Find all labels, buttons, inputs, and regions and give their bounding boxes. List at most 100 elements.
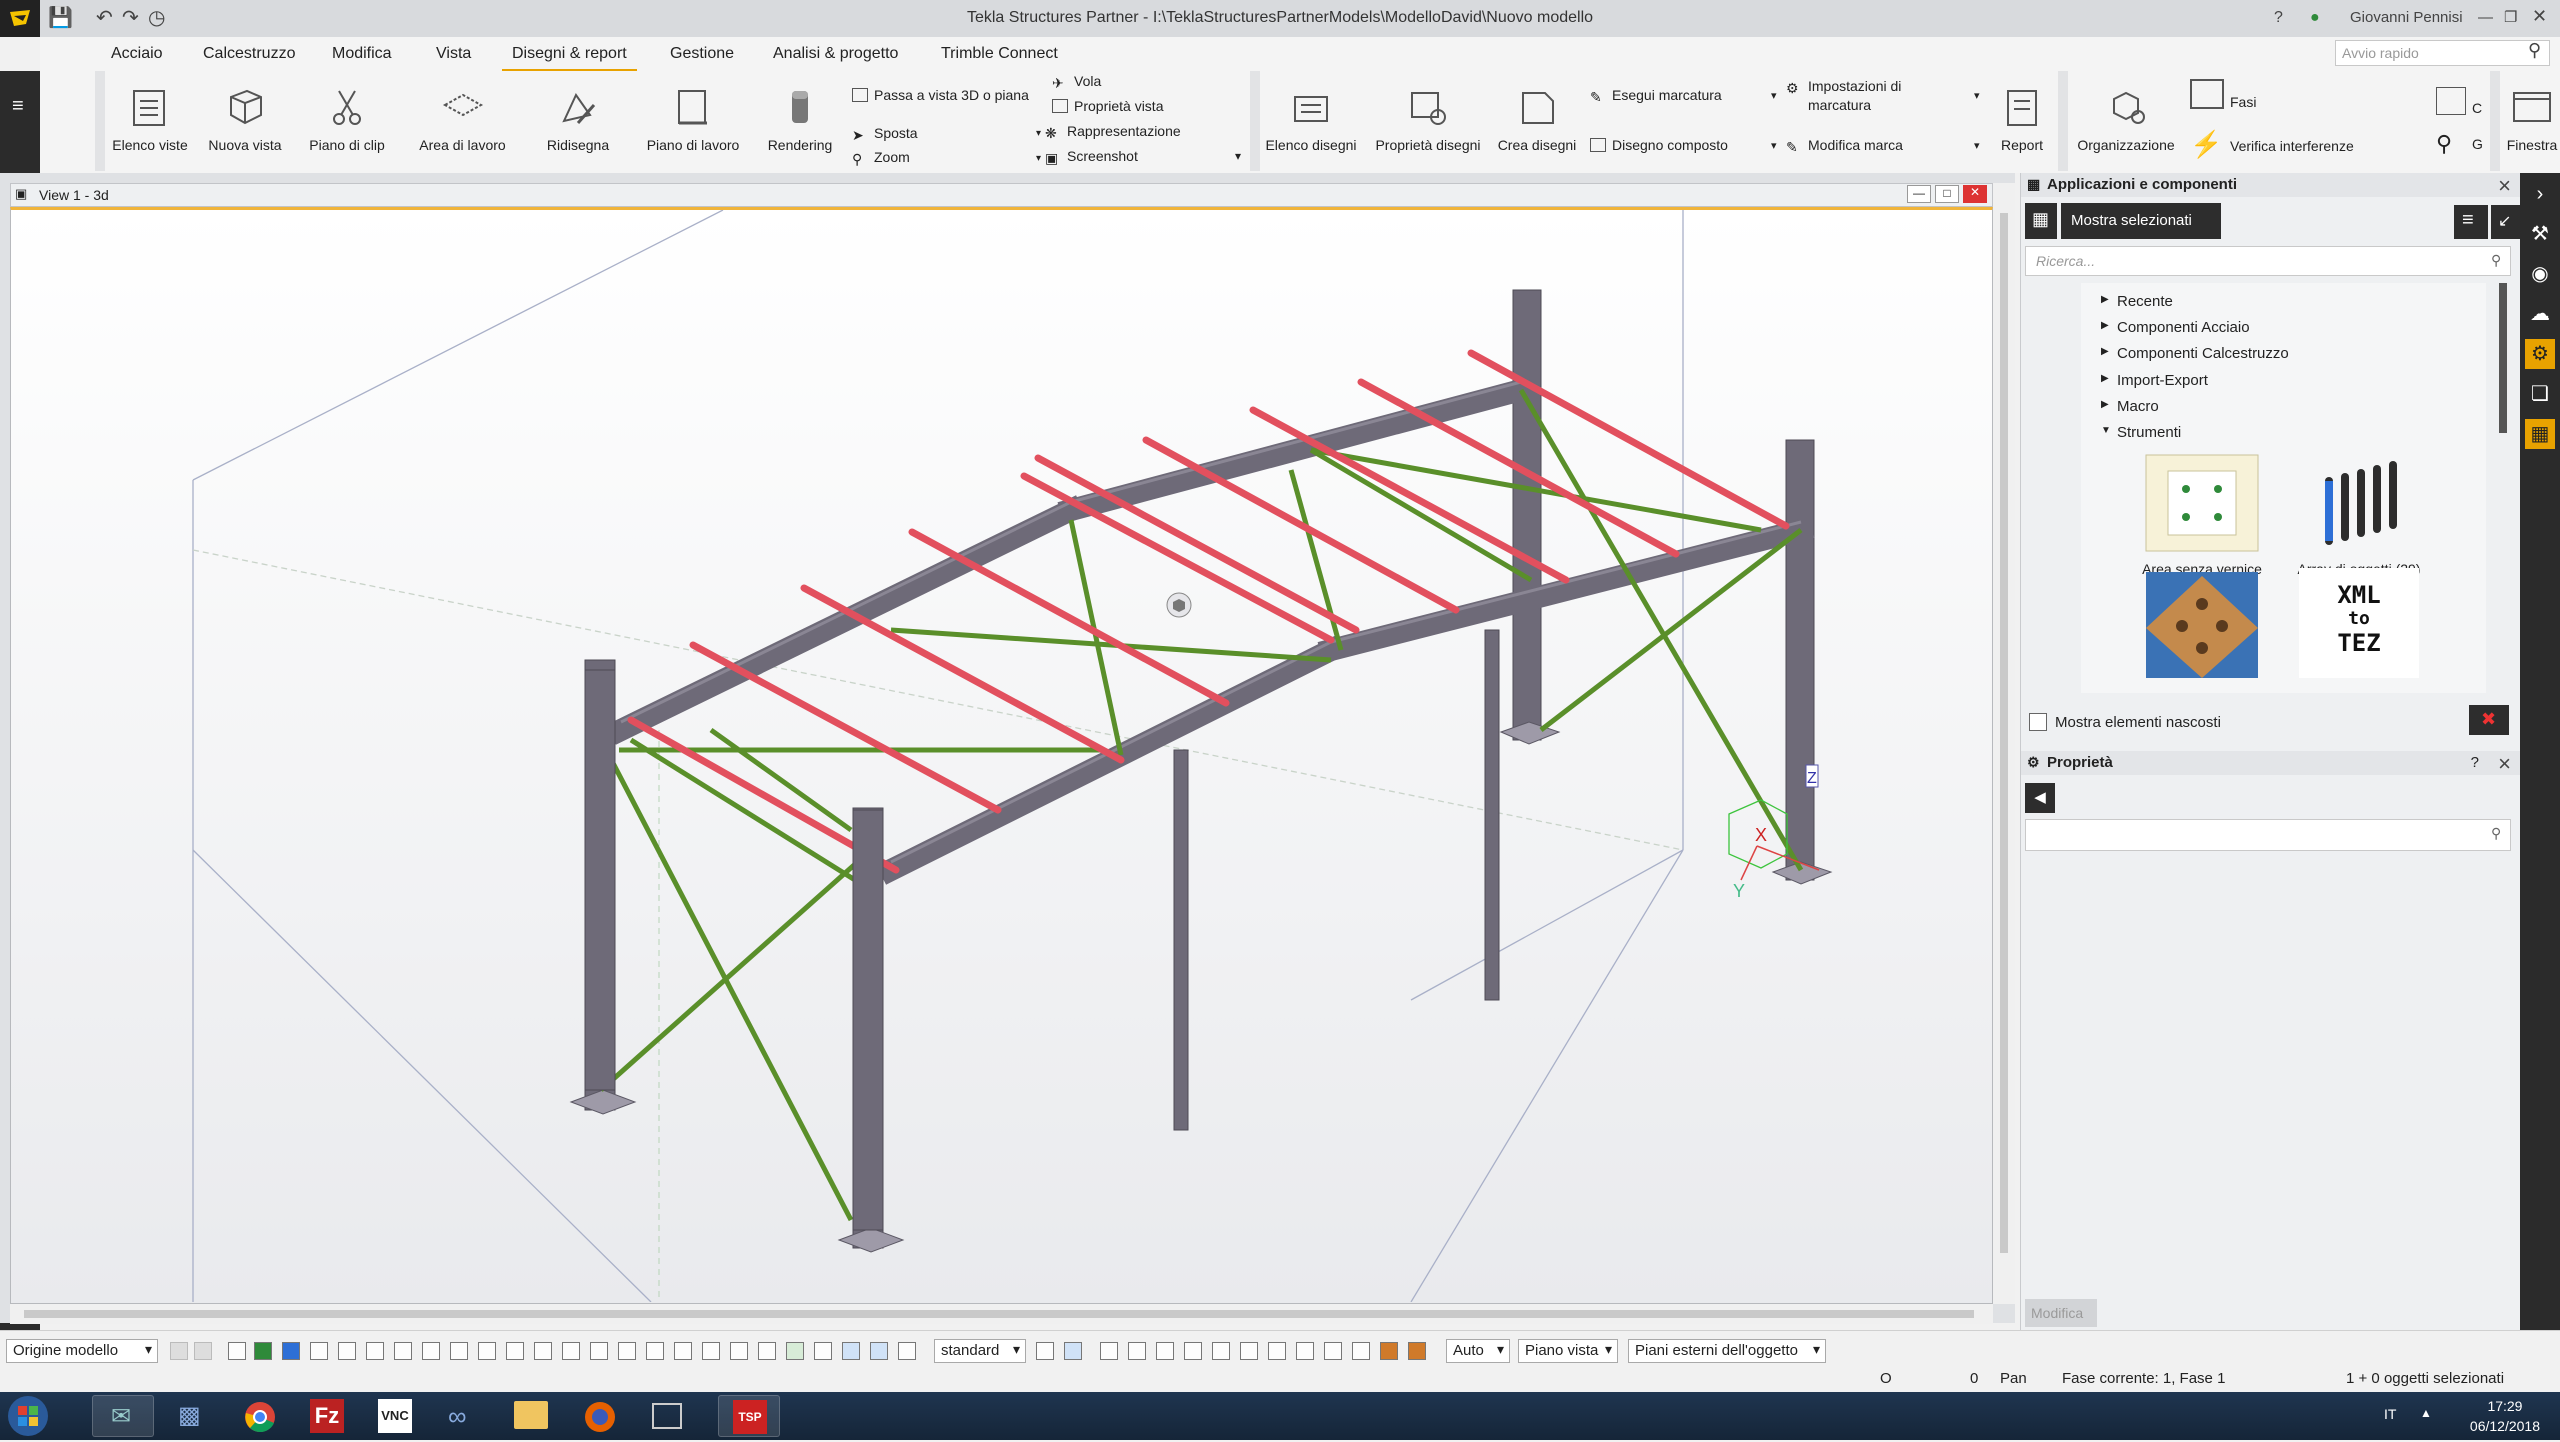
snap-intersection-toggle[interactable] [1184, 1342, 1202, 1360]
select-cast-unit-toggle[interactable] [870, 1342, 888, 1360]
organizzazione-button[interactable]: Organizzazione [2076, 85, 2176, 153]
select-grid-toggle[interactable] [310, 1342, 328, 1360]
select-rebar-toggle[interactable] [646, 1342, 664, 1360]
snap-any-toggle[interactable] [1268, 1342, 1286, 1360]
select-components-toggle[interactable] [394, 1342, 412, 1360]
taskbar-network[interactable]: ▩ [160, 1395, 222, 1437]
proprieta-disegni-button[interactable]: Proprietà disegni [1368, 85, 1488, 153]
modify-button[interactable]: Modifica [2025, 1299, 2097, 1327]
tab-acciaio[interactable]: Acciaio [111, 45, 163, 63]
tile-array-di-oggetti[interactable]: Array di oggetti (29) [2289, 451, 2429, 577]
expand-arrow-icon[interactable]: › [2525, 179, 2555, 209]
tab-modifica[interactable]: Modifica [332, 45, 392, 63]
snap-toggle[interactable] [170, 1342, 188, 1360]
panel-search-input[interactable]: Ricerca... [2025, 246, 2511, 276]
cube-icon[interactable]: ❏ [2525, 379, 2555, 409]
help-icon[interactable]: ? [2471, 754, 2479, 771]
tab-vista[interactable]: Vista [436, 45, 471, 63]
partial-command-1[interactable]: C [2436, 87, 2482, 116]
tab-analisi-progetto[interactable]: Analisi & progetto [773, 45, 898, 63]
select-hierarchy-toggle[interactable] [758, 1342, 776, 1360]
properties-search-input[interactable] [2025, 819, 2511, 851]
area-di-lavoro-button[interactable]: Area di lavoro [410, 85, 515, 153]
snap-end-toggle[interactable] [1100, 1342, 1118, 1360]
modifica-marca-button[interactable]: ✎ Modifica marca [1786, 137, 1903, 155]
outer-planes-dropdown[interactable]: Piani esterni dell'oggetto [1628, 1339, 1826, 1363]
select-loads-toggle[interactable] [674, 1342, 692, 1360]
status-phase[interactable]: Fase corrente: 1, Fase 1 [2062, 1370, 2225, 1387]
taskbar-sync[interactable]: ∞ [432, 1395, 494, 1437]
partial-command-2[interactable]: ⚲ G [2436, 131, 2483, 159]
piano-di-clip-button[interactable]: Piano di clip [302, 85, 392, 153]
taskbar-outlook[interactable]: ✉ [92, 1395, 154, 1437]
taskbar-tekla[interactable]: TSP [718, 1395, 780, 1437]
tree-item-componenti-acciaio[interactable]: Componenti Acciaio [2101, 319, 2250, 336]
remove-button[interactable]: ✖ [2469, 705, 2509, 735]
verifica-interferenze-button[interactable]: ⚡ Verifica interferenze [2190, 129, 2354, 159]
close-icon[interactable]: ✕ [2532, 6, 2547, 27]
dropdown-arrow-icon[interactable]: ▾ [1771, 89, 1777, 102]
ridisegna-button[interactable]: Ridisegna [538, 85, 618, 153]
list-view-button[interactable]: ≡ [2454, 205, 2488, 239]
group-expand-icon[interactable]: ▾ [1235, 149, 1241, 163]
zoom-button[interactable]: ⚲ Zoom [852, 149, 910, 167]
dropdown-arrow-icon[interactable]: ▾ [1771, 139, 1777, 152]
quick-search-input[interactable]: Avvio rapido [2335, 40, 2550, 66]
snap-ref-toggle[interactable] [1380, 1342, 1398, 1360]
vertical-scrollbar[interactable] [1993, 183, 2015, 1304]
clock[interactable]: 17:29 06/12/2018 [2470, 1396, 2540, 1436]
elenco-disegni-button[interactable]: Elenco disegni [1262, 85, 1360, 153]
taskbar-filezilla[interactable]: Fz [296, 1395, 358, 1437]
taskbar-firefox[interactable] [568, 1395, 630, 1437]
show-selected-button[interactable]: Mostra selezionati [2061, 203, 2221, 239]
tile-bolt-pattern[interactable] [2141, 568, 2263, 684]
taskbar-chrome[interactable] [228, 1395, 290, 1437]
taskbar-vnc[interactable]: VNC [364, 1395, 426, 1437]
close-icon[interactable]: × [2498, 173, 2511, 199]
rendering-button[interactable]: Rendering [762, 85, 838, 153]
taskbar-explorer[interactable] [500, 1395, 562, 1437]
collapse-panel-button[interactable]: ↙ [2491, 205, 2521, 239]
snap-toggle[interactable] [194, 1342, 212, 1360]
select-object-toggle[interactable] [786, 1342, 804, 1360]
screenshot-button[interactable]: ▾ ▣ Screenshot [1036, 148, 1138, 166]
filter-dropdown[interactable]: standard [934, 1339, 1026, 1363]
zoom-selection-toggle[interactable] [898, 1342, 916, 1360]
scroll-thumb[interactable] [2000, 213, 2008, 1253]
tile-area-senza-vernice[interactable]: Area senza vernice [2141, 451, 2263, 577]
tree-item-import-export[interactable]: Import-Export [2101, 372, 2208, 389]
nuova-vista-button[interactable]: Nuova vista [205, 85, 285, 153]
dropdown-arrow-icon[interactable]: ▾ [1974, 139, 1980, 152]
fasi-button[interactable]: Fasi [2190, 79, 2256, 110]
select-planes-toggle[interactable] [562, 1342, 580, 1360]
snap-perpendicular-toggle[interactable] [1212, 1342, 1230, 1360]
model-view-canvas[interactable]: X Y Z [10, 207, 1993, 1310]
select-assemblies-toggle[interactable] [422, 1342, 440, 1360]
select-lines-toggle[interactable] [366, 1342, 384, 1360]
globe-icon[interactable]: ◉ [2525, 259, 2555, 289]
sposta-button[interactable]: ➤ Sposta [852, 125, 918, 143]
select-bolts-toggle[interactable] [450, 1342, 468, 1360]
rappresentazione-button[interactable]: ▾ ❋ Rappresentazione [1036, 123, 1181, 141]
checkbox-box[interactable] [2029, 713, 2047, 731]
report-button[interactable]: Report [1992, 85, 2052, 153]
crea-disegni-button[interactable]: Crea disegni [1492, 85, 1582, 153]
disegno-composto-button[interactable]: Disegno composto [1590, 137, 1728, 153]
select-parts-toggle[interactable] [254, 1342, 272, 1360]
gear-icon[interactable]: ⚙ [2525, 339, 2555, 369]
search-icon[interactable]: ⚲ [2491, 252, 2501, 269]
snap-center-toggle[interactable] [1156, 1342, 1174, 1360]
select-cuts-toggle[interactable] [506, 1342, 524, 1360]
select-views-toggle[interactable] [534, 1342, 552, 1360]
select-pick-toggle[interactable] [730, 1342, 748, 1360]
tree-item-macro[interactable]: Macro [2101, 398, 2159, 415]
select-group-toggle[interactable] [814, 1342, 832, 1360]
cloud-icon[interactable]: ☁ [2525, 299, 2555, 329]
proprieta-vista-button[interactable]: Proprietà vista [1052, 98, 1163, 114]
snap-nearest-toggle[interactable] [1296, 1342, 1314, 1360]
select-all-toggle[interactable] [228, 1342, 246, 1360]
tree-item-componenti-calcestruzzo[interactable]: Componenti Calcestruzzo [2101, 345, 2289, 362]
back-button[interactable]: ◀ [2025, 783, 2055, 813]
view-close-icon[interactable]: ✕ [1963, 185, 1987, 203]
select-reference-toggle[interactable] [590, 1342, 608, 1360]
